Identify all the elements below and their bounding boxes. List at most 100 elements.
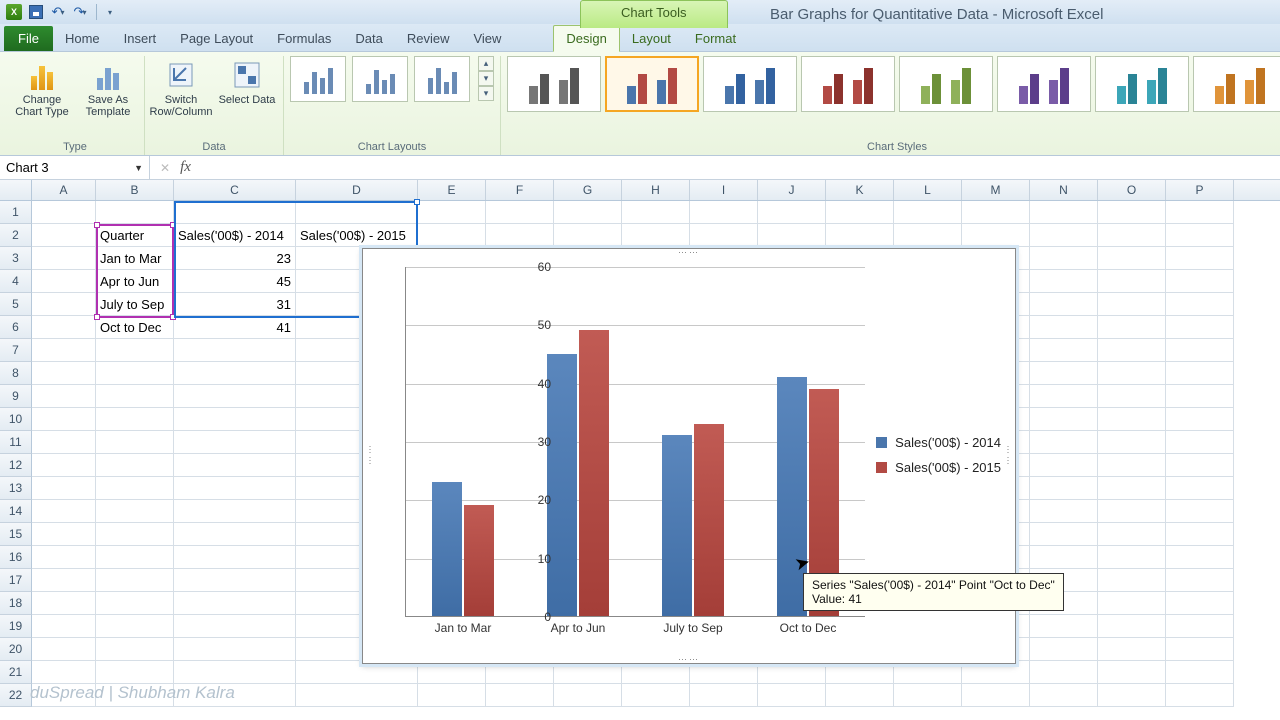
cell-B10[interactable]	[96, 408, 174, 431]
tab-page-layout[interactable]: Page Layout	[168, 26, 265, 51]
cell-C17[interactable]	[174, 569, 296, 592]
cell-A20[interactable]	[32, 638, 96, 661]
cell-D21[interactable]	[296, 661, 418, 684]
select-data-button[interactable]: Select Data	[217, 56, 277, 106]
cell-O14[interactable]	[1098, 500, 1166, 523]
cell-P17[interactable]	[1166, 569, 1234, 592]
cell-K1[interactable]	[826, 201, 894, 224]
cell-P12[interactable]	[1166, 454, 1234, 477]
cell-I21[interactable]	[690, 661, 758, 684]
tab-home[interactable]: Home	[53, 26, 112, 51]
cell-A7[interactable]	[32, 339, 96, 362]
tab-data[interactable]: Data	[343, 26, 394, 51]
cell-B12[interactable]	[96, 454, 174, 477]
cell-B13[interactable]	[96, 477, 174, 500]
cell-L21[interactable]	[894, 661, 962, 684]
cell-O17[interactable]	[1098, 569, 1166, 592]
cell-O9[interactable]	[1098, 385, 1166, 408]
cell-B14[interactable]	[96, 500, 174, 523]
cell-P11[interactable]	[1166, 431, 1234, 454]
cell-P9[interactable]	[1166, 385, 1234, 408]
chart-legend[interactable]: Sales('00$) - 2014 Sales('00$) - 2015	[876, 435, 1001, 485]
cell-B16[interactable]	[96, 546, 174, 569]
row-header-19[interactable]: 19	[0, 615, 32, 638]
cell-F1[interactable]	[486, 201, 554, 224]
cell-N19[interactable]	[1030, 615, 1098, 638]
cell-L22[interactable]	[894, 684, 962, 707]
legend-item[interactable]: Sales('00$) - 2015	[876, 460, 1001, 475]
cell-A9[interactable]	[32, 385, 96, 408]
cell-P7[interactable]	[1166, 339, 1234, 362]
cell-O21[interactable]	[1098, 661, 1166, 684]
cell-A2[interactable]	[32, 224, 96, 247]
cell-J22[interactable]	[758, 684, 826, 707]
cell-O12[interactable]	[1098, 454, 1166, 477]
row-header-4[interactable]: 4	[0, 270, 32, 293]
cell-H22[interactable]	[622, 684, 690, 707]
cell-N22[interactable]	[1030, 684, 1098, 707]
tab-insert[interactable]: Insert	[112, 26, 169, 51]
cell-A15[interactable]	[32, 523, 96, 546]
cell-A13[interactable]	[32, 477, 96, 500]
cell-I22[interactable]	[690, 684, 758, 707]
chart-style-1[interactable]	[507, 56, 601, 112]
cell-N8[interactable]	[1030, 362, 1098, 385]
cell-C21[interactable]	[174, 661, 296, 684]
cell-C1[interactable]	[174, 201, 296, 224]
legend-item[interactable]: Sales('00$) - 2014	[876, 435, 1001, 450]
row-header-6[interactable]: 6	[0, 316, 32, 339]
cell-G21[interactable]	[554, 661, 622, 684]
bar-Sales-00-2014-1[interactable]	[547, 354, 577, 617]
bar-Sales-00-2014-2[interactable]	[662, 435, 692, 616]
cell-I2[interactable]	[690, 224, 758, 247]
cancel-formula-icon[interactable]: ✕	[160, 161, 170, 175]
col-header-N[interactable]: N	[1030, 180, 1098, 200]
cell-P15[interactable]	[1166, 523, 1234, 546]
cell-N1[interactable]	[1030, 201, 1098, 224]
change-chart-type-button[interactable]: Change Chart Type	[12, 56, 72, 118]
bar-Sales-00-2015-0[interactable]	[464, 505, 494, 616]
cell-C2[interactable]: Sales('00$) - 2014	[174, 224, 296, 247]
chart-style-2[interactable]	[605, 56, 699, 112]
cell-O22[interactable]	[1098, 684, 1166, 707]
cell-C5[interactable]: 31	[174, 293, 296, 316]
cell-O7[interactable]	[1098, 339, 1166, 362]
col-header-M[interactable]: M	[962, 180, 1030, 200]
cell-N11[interactable]	[1030, 431, 1098, 454]
switch-row-column-button[interactable]: Switch Row/Column	[151, 56, 211, 118]
cell-H1[interactable]	[622, 201, 690, 224]
cell-P5[interactable]	[1166, 293, 1234, 316]
cell-C9[interactable]	[174, 385, 296, 408]
row-header-1[interactable]: 1	[0, 201, 32, 224]
chart-handle-left[interactable]: ⋯⋯	[365, 445, 376, 467]
cell-B20[interactable]	[96, 638, 174, 661]
cell-B15[interactable]	[96, 523, 174, 546]
row-header-7[interactable]: 7	[0, 339, 32, 362]
cell-O10[interactable]	[1098, 408, 1166, 431]
cell-P6[interactable]	[1166, 316, 1234, 339]
col-header-O[interactable]: O	[1098, 180, 1166, 200]
cell-N16[interactable]	[1030, 546, 1098, 569]
cell-O19[interactable]	[1098, 615, 1166, 638]
cell-O20[interactable]	[1098, 638, 1166, 661]
chart-style-7[interactable]	[1095, 56, 1189, 112]
cell-A8[interactable]	[32, 362, 96, 385]
cell-J2[interactable]	[758, 224, 826, 247]
col-header-I[interactable]: I	[690, 180, 758, 200]
row-header-12[interactable]: 12	[0, 454, 32, 477]
cell-N13[interactable]	[1030, 477, 1098, 500]
fx-icon[interactable]: fx	[180, 159, 191, 176]
cell-P2[interactable]	[1166, 224, 1234, 247]
col-header-C[interactable]: C	[174, 180, 296, 200]
cell-O8[interactable]	[1098, 362, 1166, 385]
cell-P8[interactable]	[1166, 362, 1234, 385]
cell-C15[interactable]	[174, 523, 296, 546]
row-header-13[interactable]: 13	[0, 477, 32, 500]
row-header-2[interactable]: 2	[0, 224, 32, 247]
cell-D22[interactable]	[296, 684, 418, 707]
cell-O1[interactable]	[1098, 201, 1166, 224]
cell-N5[interactable]	[1030, 293, 1098, 316]
row-header-8[interactable]: 8	[0, 362, 32, 385]
cell-E2[interactable]	[418, 224, 486, 247]
cell-N3[interactable]	[1030, 247, 1098, 270]
